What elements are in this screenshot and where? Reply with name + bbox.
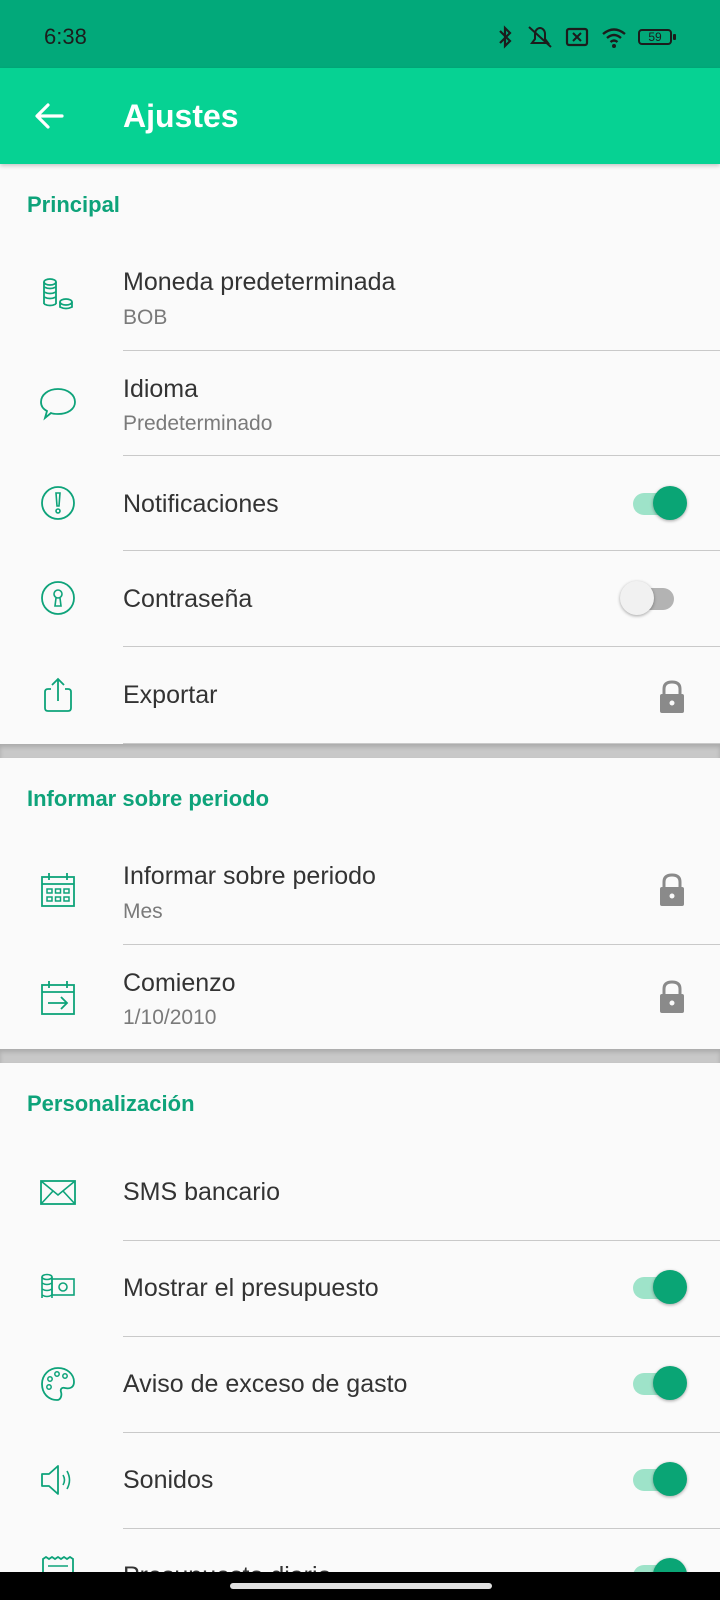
- battery-level: 59: [648, 30, 662, 44]
- setting-comienzo-value: 1/10/2010: [123, 1006, 217, 1029]
- setting-periodo[interactable]: Informar sobre periodo Mes: [0, 836, 720, 944]
- setting-presupuesto[interactable]: Mostrar el presupuesto: [0, 1241, 720, 1336]
- envelope-icon: [40, 1180, 76, 1205]
- setting-aviso[interactable]: Aviso de exceso de gasto: [0, 1337, 720, 1432]
- calendar-arrow-icon: [41, 981, 75, 1015]
- setting-moneda-value: BOB: [123, 306, 168, 329]
- setting-partial-label: Presupuesto diario: [123, 1562, 331, 1572]
- bluetooth-icon: [499, 25, 512, 49]
- setting-exportar[interactable]: Exportar: [0, 647, 720, 743]
- aviso-toggle[interactable]: [631, 1363, 687, 1403]
- battery-icon: 59: [638, 27, 678, 47]
- setting-idioma-value: Predeterminado: [123, 412, 273, 435]
- setting-notificaciones[interactable]: Notificaciones: [0, 456, 720, 550]
- keyhole-icon: [41, 581, 75, 615]
- setting-partial[interactable]: Presupuesto diario: [0, 1529, 720, 1572]
- setting-comienzo-label: Comienzo: [123, 969, 236, 997]
- setting-exportar-label: Exportar: [123, 681, 218, 709]
- setting-comienzo[interactable]: Comienzo 1/10/2010: [0, 945, 720, 1049]
- status-bar: 6:38 59: [0, 0, 720, 68]
- setting-notificaciones-label: Notificaciones: [123, 490, 279, 518]
- setting-sms-label: SMS bancario: [123, 1178, 281, 1206]
- speech-bubble-icon: [40, 388, 76, 421]
- navigation-bar: [0, 1572, 720, 1600]
- speaker-icon: [41, 1465, 71, 1495]
- setting-idioma-label: Idioma: [123, 375, 199, 403]
- sonidos-toggle[interactable]: [631, 1459, 687, 1499]
- mute-bell-icon: [528, 26, 552, 48]
- section-title-principal: Principal: [27, 192, 120, 217]
- setting-sonidos[interactable]: Sonidos: [0, 1433, 720, 1528]
- partial-toggle[interactable]: [631, 1555, 687, 1572]
- page-title: Ajustes: [123, 98, 239, 134]
- setting-periodo-value: Mes: [123, 900, 163, 923]
- setting-moneda-label: Moneda predeterminada: [123, 268, 396, 296]
- receipt-icon: [42, 1556, 74, 1572]
- setting-moneda[interactable]: Moneda predeterminada BOB: [0, 242, 720, 350]
- coins-icon: [43, 278, 73, 310]
- wifi-icon: [602, 28, 626, 48]
- lock-icon: [660, 680, 684, 713]
- setting-contrasena-label: Contraseña: [123, 585, 253, 613]
- setting-sonidos-label: Sonidos: [123, 1466, 214, 1494]
- back-arrow-icon[interactable]: [30, 96, 70, 136]
- lock-icon: [660, 873, 684, 906]
- section-title-periodo: Informar sobre periodo: [27, 786, 270, 811]
- palette-icon: [41, 1367, 75, 1401]
- setting-aviso-label: Aviso de exceso de gasto: [123, 1370, 408, 1398]
- lock-icon: [660, 980, 684, 1013]
- money-icon: [41, 1273, 75, 1298]
- section-separator: [0, 1049, 720, 1063]
- setting-periodo-label: Informar sobre periodo: [123, 862, 376, 890]
- section-title-personalizacion: Personalización: [27, 1091, 195, 1116]
- setting-presupuesto-label: Mostrar el presupuesto: [123, 1274, 379, 1302]
- share-icon: [44, 677, 72, 712]
- home-indicator[interactable]: [230, 1583, 492, 1589]
- presupuesto-toggle[interactable]: [631, 1267, 687, 1307]
- setting-idioma[interactable]: Idioma Predeterminado: [0, 351, 720, 455]
- section-separator: [0, 744, 720, 758]
- no-sim-icon: [565, 27, 589, 47]
- status-icons: 59: [494, 24, 678, 50]
- app-bar: Ajustes: [0, 68, 720, 164]
- notificaciones-toggle[interactable]: [631, 483, 687, 523]
- setting-contrasena[interactable]: Contraseña: [0, 551, 720, 646]
- setting-sms[interactable]: SMS bancario: [0, 1145, 720, 1240]
- calendar-icon: [41, 873, 75, 907]
- status-time: 6:38: [44, 24, 87, 49]
- contrasena-toggle[interactable]: [620, 578, 678, 618]
- exclamation-icon: [41, 486, 75, 520]
